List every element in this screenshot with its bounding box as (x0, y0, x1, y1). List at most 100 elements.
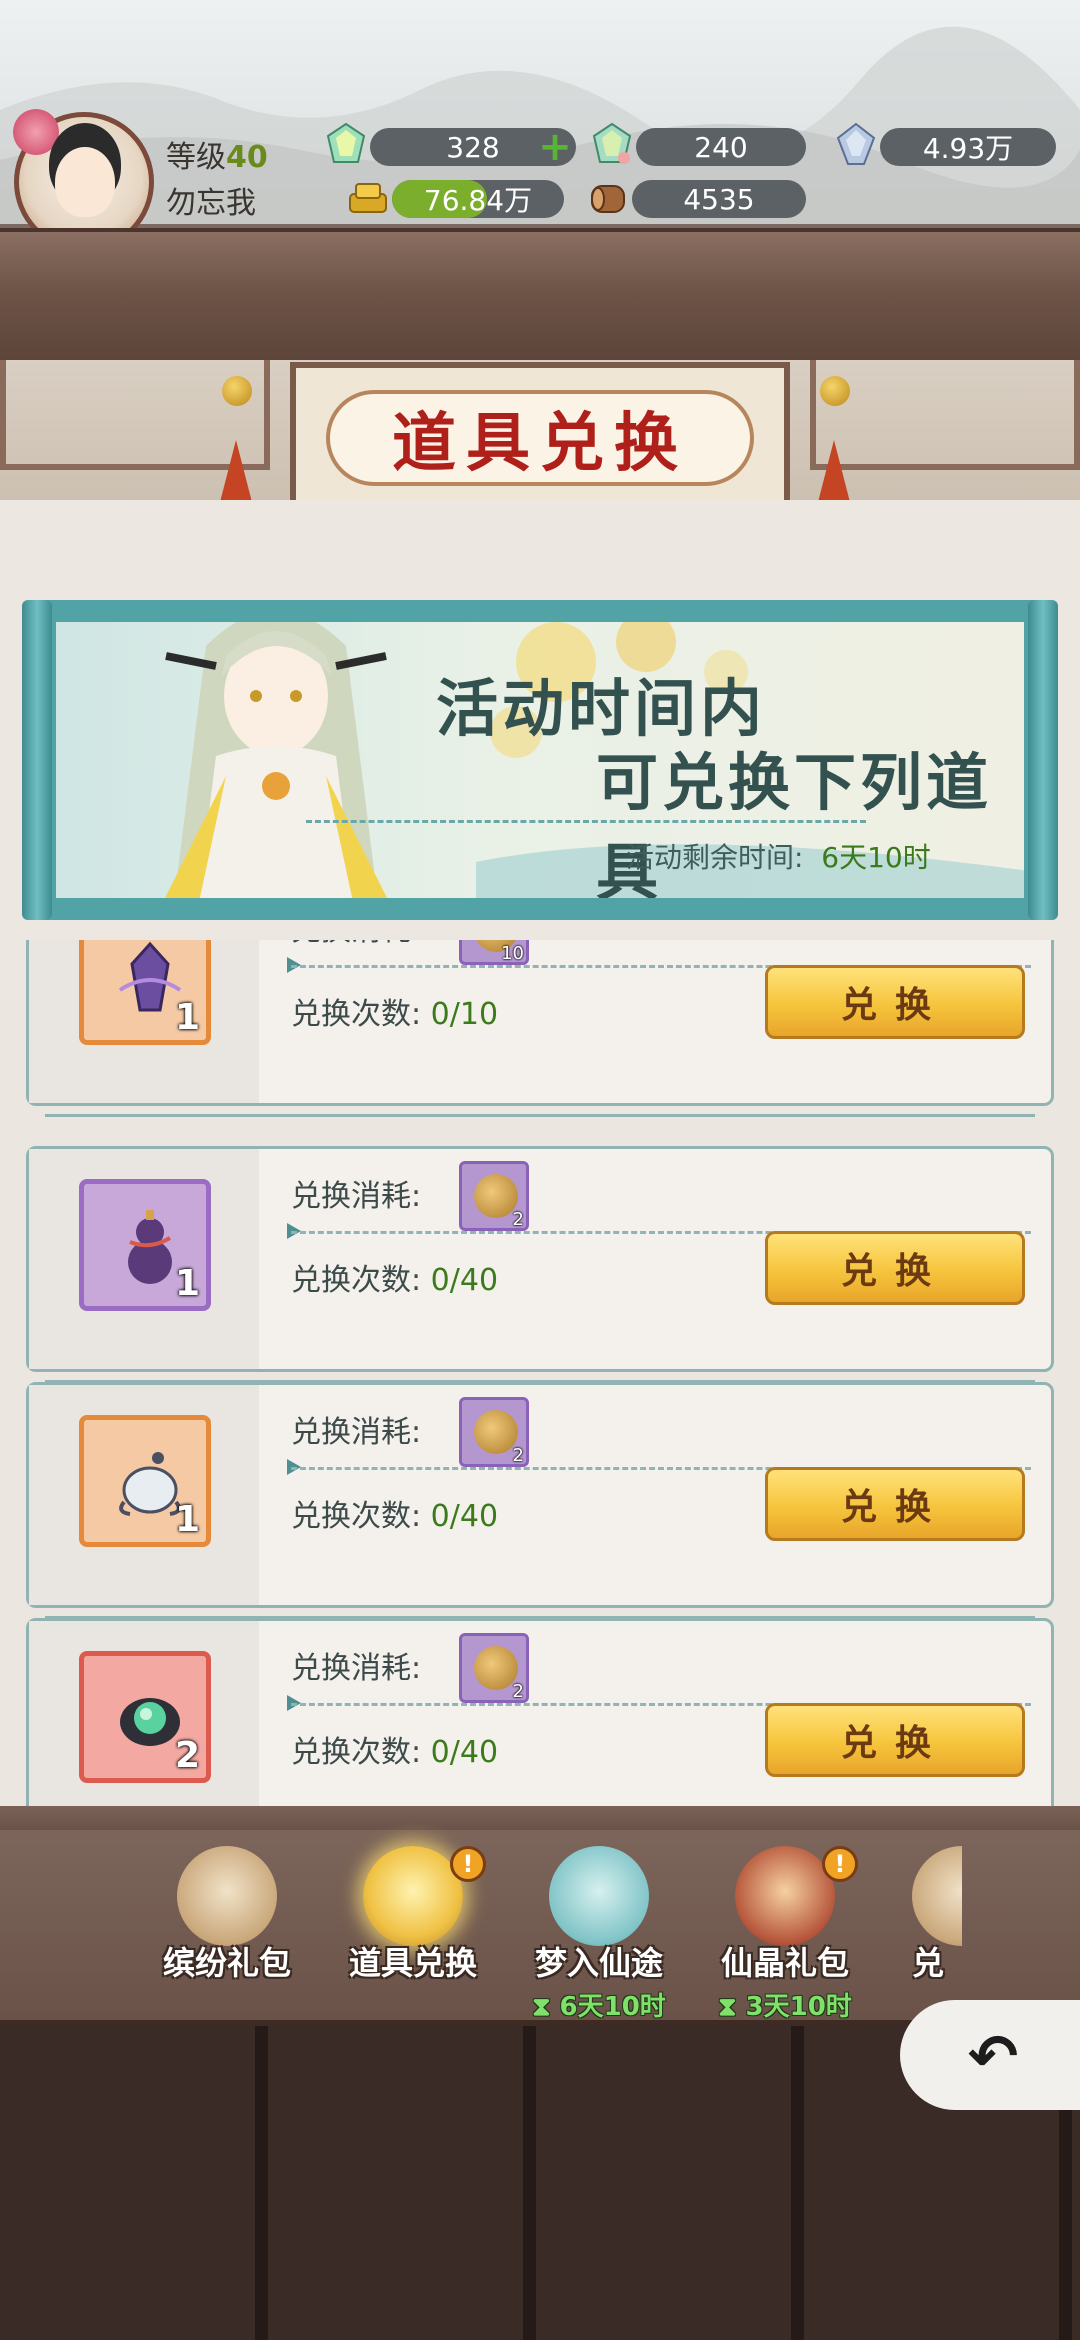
treasure-basket-icon (363, 1846, 463, 1946)
count-label: 兑换次数: (291, 997, 422, 1032)
count-label: 兑换次数: (291, 1499, 422, 1534)
item-slot: 1 (29, 1385, 259, 1605)
gem-bound-count: 240 (636, 128, 806, 166)
item-slot: 2 (29, 1621, 259, 1810)
avatar-face (55, 147, 115, 217)
level-label: 等级 (166, 140, 226, 175)
back-button[interactable]: ↶ (900, 2000, 1080, 2110)
character-illustration (165, 622, 387, 898)
item-quantity: 2 (174, 1735, 200, 1776)
cost-item-icon: 2 (459, 1633, 529, 1703)
exchange-count: 兑换次数: 0/10 (291, 989, 498, 1033)
banner-cap-left (22, 600, 52, 920)
cost-quantity: 2 (512, 1209, 524, 1230)
count-value: 0/40 (430, 1263, 499, 1298)
nav-item-partial[interactable]: 兑 (912, 1846, 962, 2026)
event-timer: 活动剩余时间: 6天10时 (626, 836, 931, 876)
item-tile[interactable]: 2 (79, 1651, 211, 1783)
character-icon (912, 1846, 962, 1946)
level-display: 等级40 (166, 132, 268, 176)
nav-dream-path[interactable]: 梦入仙途 ⧗ 6天10时 (514, 1846, 684, 2026)
cost-quantity: 2 (512, 1681, 524, 1702)
exchange-button[interactable]: 兑换 (765, 1703, 1025, 1777)
item-slot: 1 (29, 1149, 259, 1369)
gold-ingot-icon (349, 183, 387, 213)
nav-item-exchange[interactable]: ! 道具兑换 (328, 1846, 498, 2026)
item-tile[interactable]: 1 (79, 1415, 211, 1547)
wood-log-icon (591, 185, 625, 213)
wood-count: 4535 (632, 180, 806, 218)
back-arrow-icon: ↶ (968, 2022, 1019, 2092)
cost-item-icon: 2 (459, 1161, 529, 1231)
crystal-icon (836, 122, 876, 165)
nav-label: 道具兑换 (348, 1944, 477, 1982)
banner-inner: 活动时间内 可兑换下列道具 活动剩余时间: 6天10时 (56, 622, 1024, 898)
level-value: 40 (226, 140, 268, 175)
item-tile[interactable]: 1 (79, 940, 211, 1045)
page-title: 道具兑换 (392, 406, 688, 481)
gold-count: 76.84万 (392, 180, 564, 218)
item-slot: 1 (29, 940, 259, 1103)
header-wood-beam (0, 228, 1080, 372)
green-gem-icon (326, 122, 366, 163)
add-gem-icon[interactable]: + (538, 127, 572, 167)
item-quantity: 1 (174, 997, 200, 1038)
lantern-left (222, 376, 252, 406)
cost-label: 兑换消耗: (291, 940, 421, 949)
count-label: 兑换次数: (291, 1735, 422, 1770)
nav-label: 缤纷礼包 (162, 1944, 291, 1982)
exchange-item-card: 1 兑换消耗: 2 兑换次数: 0/40 兑换 (26, 1382, 1054, 1619)
cost-label: 兑换消耗: (291, 1651, 422, 1686)
item-quantity: 1 (174, 1263, 200, 1304)
gold-value: 76.84万 (423, 184, 533, 217)
title-plaque: 道具兑换 (326, 390, 754, 486)
title-scroll: 道具兑换 (290, 362, 790, 512)
count-value: 0/10 (430, 997, 499, 1032)
player-name: 勿忘我 (166, 186, 256, 221)
mountain-scene-icon (549, 1846, 649, 1946)
cost-item-icon: 10 (459, 940, 529, 965)
flower-token-icon (474, 1646, 518, 1690)
exchange-list[interactable]: 1 兑换消耗: 10 兑换次数: 0/10 兑换 1 (0, 940, 1080, 1810)
nav-label: 兑 (912, 1944, 945, 1982)
alert-badge-icon: ! (822, 1846, 858, 1882)
cost-item-icon: 2 (459, 1397, 529, 1467)
banner-cap-right (1028, 600, 1058, 920)
exchange-button[interactable]: 兑换 (765, 1467, 1025, 1541)
exchange-button[interactable]: 兑换 (765, 1231, 1025, 1305)
nav-timer-value: 3天10时 (745, 1992, 852, 2022)
exchange-button[interactable]: 兑换 (765, 965, 1025, 1039)
nav-label: 仙晶礼包 (720, 1944, 849, 1982)
item-tile[interactable]: 1 (79, 1179, 211, 1311)
cost-label: 兑换消耗: (291, 1179, 422, 1214)
character-gift-icon (177, 1846, 277, 1946)
exchange-count: 兑换次数: 0/40 (291, 1727, 498, 1771)
exchange-item-card: 1 兑换消耗: 2 兑换次数: 0/40 兑换 (26, 1146, 1054, 1383)
flower-decoration (13, 109, 59, 155)
exchange-count: 兑换次数: 0/40 (291, 1255, 498, 1299)
count-value: 0/40 (430, 1499, 499, 1534)
crystal-count: 4.93万 (880, 128, 1056, 166)
bound-gem-icon (592, 122, 632, 164)
nav-label: 梦入仙途 (534, 1944, 663, 1982)
flower-token-icon (474, 1174, 518, 1218)
top-status-bar: 等级40 勿忘我 328 + 240 4.93万 76.84万 4535 (0, 0, 1080, 232)
nav-timer-value: 6天10时 (559, 1992, 666, 2022)
cost-label: 兑换消耗: (291, 1415, 422, 1450)
exchange-item-card: 2 兑换消耗: 2 兑换次数: 0/40 兑换 (26, 1618, 1054, 1810)
event-timer-value: 6天10时 (821, 841, 931, 874)
event-banner: 活动时间内 可兑换下列道具 活动剩余时间: 6天10时 (22, 600, 1058, 920)
cost-quantity: 2 (512, 1445, 524, 1466)
exchange-item-card: 1 兑换消耗: 10 兑换次数: 0/10 兑换 (26, 940, 1054, 1117)
count-label: 兑换次数: (291, 1263, 422, 1298)
nav-timer: ⧗ 3天10时 (718, 1992, 852, 2022)
flower-token-icon (474, 1410, 518, 1454)
count-value: 0/40 (430, 1735, 499, 1770)
nav-timer: ⧗ 6天10时 (532, 1992, 666, 2022)
nav-colorful-gift[interactable]: 缤纷礼包 (142, 1846, 312, 2026)
nav-crystal-gift[interactable]: ! 仙晶礼包 ⧗ 3天10时 (700, 1846, 870, 2026)
event-timer-label: 活动剩余时间: (626, 841, 804, 874)
banner-divider (306, 820, 866, 823)
lantern-right (820, 376, 850, 406)
exchange-count: 兑换次数: 0/40 (291, 1491, 498, 1535)
